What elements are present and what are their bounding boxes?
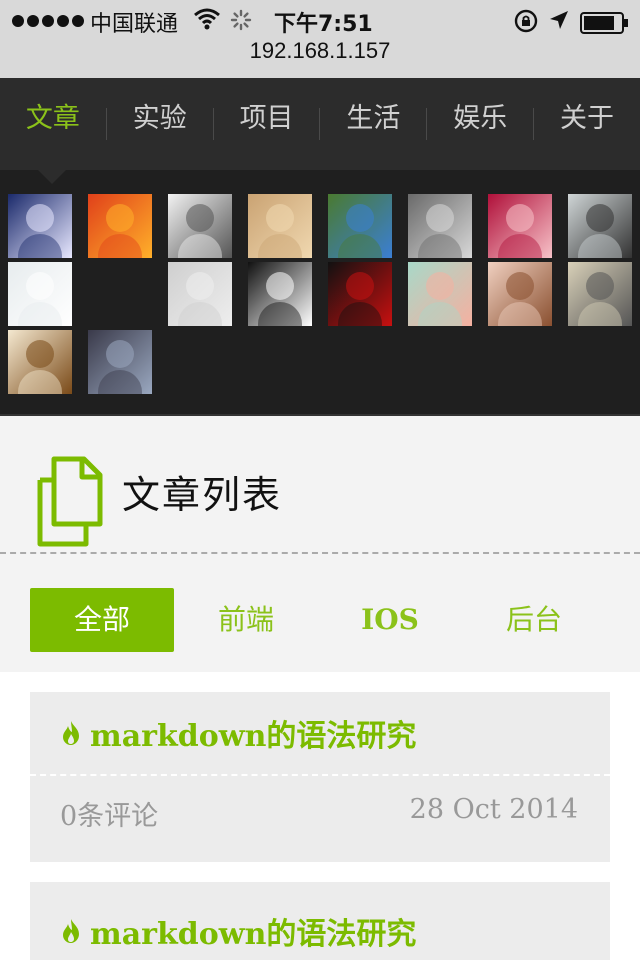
visitor-avatars-panel <box>0 170 640 416</box>
nav-item-about[interactable]: 关于 <box>534 78 640 170</box>
avatar-v-logo-icon[interactable] <box>328 262 392 326</box>
loading-spinner-icon <box>230 9 252 31</box>
section-title: 文章列表 <box>122 473 283 517</box>
filter-frontend[interactable]: 前端 <box>174 588 318 652</box>
signal-strength-icon <box>12 15 84 27</box>
carrier-name: 中国联通 <box>90 12 179 37</box>
nav-item-articles[interactable]: 文章 <box>0 78 106 170</box>
nav-item-experiments[interactable]: 实验 <box>107 78 213 170</box>
filter-all[interactable]: 全部 <box>30 588 174 652</box>
article-meta: 0条评论 28 Oct 2014 <box>30 776 610 860</box>
nav-item-projects[interactable]: 项目 <box>214 78 320 170</box>
avatar-skateboard-icon[interactable] <box>568 194 632 258</box>
filter-backend[interactable]: 后台 <box>462 588 606 652</box>
article-list: markdown的语法研究 0条评论 28 Oct 2014 markdown的… <box>0 672 640 960</box>
article-title-row: markdown的语法研究 <box>30 692 610 776</box>
fire-icon <box>63 919 79 943</box>
article-title-row: markdown的语法研究 <box>30 882 610 960</box>
article-date: 28 Oct 2014 <box>409 794 578 825</box>
location-arrow-icon <box>550 11 568 29</box>
rotation-lock-icon <box>514 9 538 33</box>
avatar-girl-portrait-icon[interactable] <box>488 262 552 326</box>
article-title[interactable]: markdown的语法研究 <box>90 909 416 953</box>
category-filters: 全部 前端 IOS 后台 <box>0 556 640 672</box>
avatar-cartoon-dog-icon[interactable] <box>8 330 72 394</box>
avatar-singer-icon[interactable] <box>8 194 72 258</box>
article-card[interactable]: markdown的语法研究 <box>30 882 610 960</box>
active-nav-pointer <box>38 170 66 184</box>
nav-item-life[interactable]: 生活 <box>320 78 426 170</box>
status-bar: 中国联通 下午7:51 192.168.1.157 <box>0 0 640 78</box>
documents-icon <box>37 456 103 547</box>
nav-item-entertainment[interactable]: 娱乐 <box>427 78 533 170</box>
avatar-standing-figure-icon[interactable] <box>168 194 232 258</box>
avatar-child-icon[interactable] <box>248 194 312 258</box>
avatar-lying-person-icon[interactable] <box>88 330 152 394</box>
avatar-default-icon[interactable] <box>8 262 72 326</box>
article-card[interactable]: markdown的语法研究 0条评论 28 Oct 2014 <box>30 692 610 862</box>
section-header: 文章列表 <box>0 416 640 554</box>
fire-icon <box>63 721 79 745</box>
status-time: 下午7:51 <box>274 12 373 37</box>
main-nav: 文章 实验 项目 生活 娱乐 关于 <box>0 78 640 170</box>
avatar-sketch-icon[interactable] <box>168 262 232 326</box>
avatar-boy-blue-icon[interactable] <box>328 194 392 258</box>
wifi-icon <box>194 8 220 30</box>
avatar-flowers-icon[interactable] <box>408 262 472 326</box>
avatar-cartoon-man-icon[interactable] <box>568 262 632 326</box>
avatar-blank-icon[interactable] <box>88 262 152 326</box>
article-title[interactable]: markdown的语法研究 <box>90 711 416 755</box>
avatar-smiley-face-icon[interactable] <box>248 262 312 326</box>
filter-ios[interactable]: IOS <box>318 588 462 652</box>
address-bar-url[interactable]: 192.168.1.157 <box>0 38 640 64</box>
comment-count[interactable]: 0条评论 <box>60 794 158 833</box>
avatar-bed-icon[interactable] <box>408 194 472 258</box>
avatar-sunset-icon[interactable] <box>88 194 152 258</box>
avatar-anime-girls-icon[interactable] <box>488 194 552 258</box>
battery-icon <box>580 12 628 34</box>
